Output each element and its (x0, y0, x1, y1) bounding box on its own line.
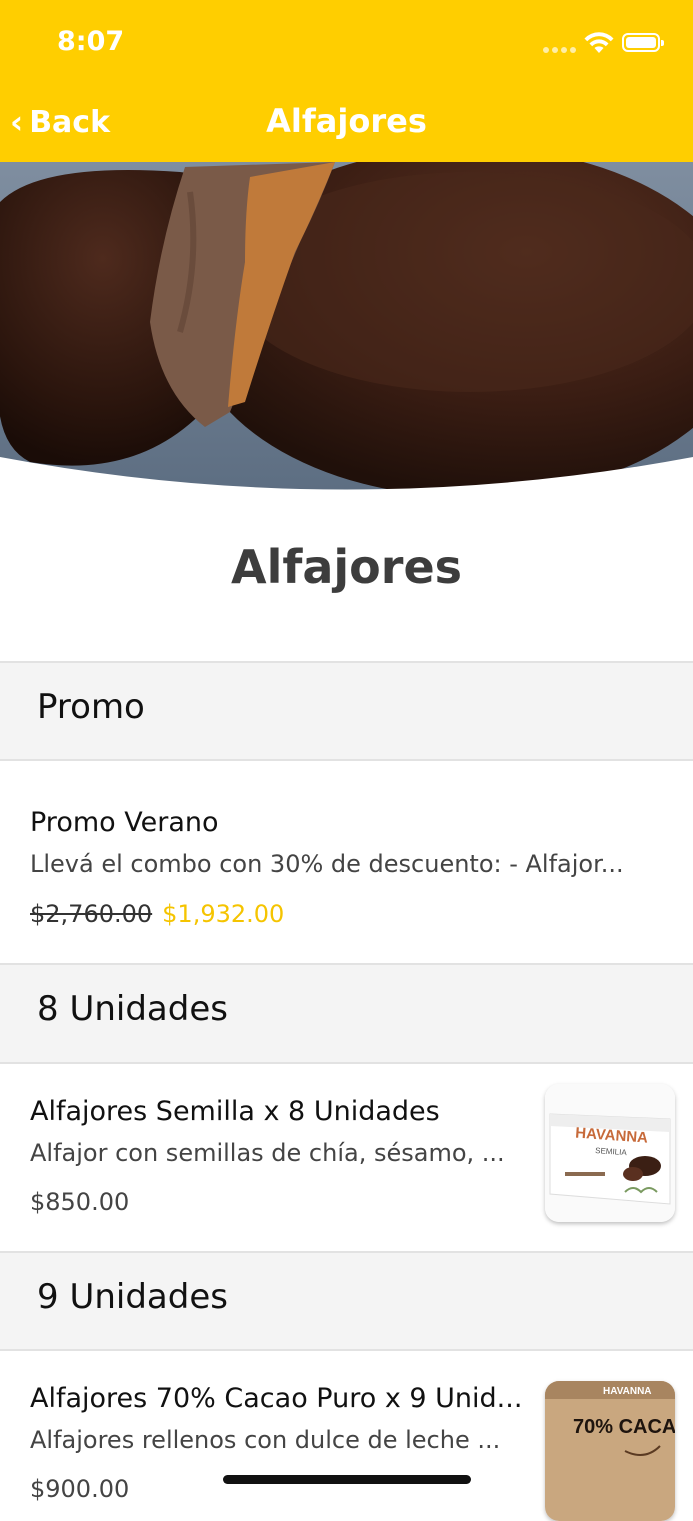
product-name: Alfajores 70% Cacao Puro x 9 Unid... (30, 1383, 523, 1414)
navigation-bar: 8:07 ‹ Back Alfajores (0, 0, 693, 162)
product-description: Alfajores rellenos con dulce de leche ..… (30, 1426, 501, 1454)
product-name: Alfajores Semilla x 8 Unidades (30, 1096, 440, 1127)
thumb-brand-text: HAVANNA (603, 1386, 652, 1397)
product-description: Alfajor con semillas de chía, sésamo, ..… (30, 1139, 505, 1167)
battery-icon (622, 33, 664, 52)
thumb-line-text: 70% CACAO PURO (573, 1416, 675, 1438)
product-price: $850.00 (30, 1188, 130, 1216)
section-header-9-unidades: 9 Unidades (0, 1251, 693, 1351)
product-thumbnail: HAVANNA 70% CACAO PURO (545, 1381, 675, 1521)
section-header-8-unidades: 8 Unidades (0, 963, 693, 1064)
category-title: Alfajores (230, 540, 463, 594)
product-price: $900.00 (30, 1475, 130, 1503)
product-name: Promo Verano (30, 807, 219, 838)
section-header-label: 8 Unidades (37, 989, 228, 1029)
product-item-semilla[interactable]: Alfajores Semilla x 8 Unidades Alfajor c… (0, 1064, 693, 1251)
product-description: Llevá el combo con 30% de descuento: - A… (30, 850, 624, 878)
home-indicator[interactable] (223, 1475, 471, 1484)
product-thumbnail: HAVANNA SEMILIA (545, 1084, 675, 1222)
hero-image (0, 162, 693, 492)
status-time: 8:07 (57, 26, 125, 57)
original-price: $2,760.00 (30, 900, 153, 928)
section-header-label: 9 Unidades (37, 1277, 228, 1317)
discounted-price: $1,932.00 (162, 900, 285, 928)
wifi-icon (584, 32, 614, 53)
cellular-signal-icon (543, 45, 576, 53)
product-item-promo-verano[interactable]: Promo Verano Llevá el combo con 30% de d… (0, 761, 693, 963)
nav-title: Alfajores (266, 102, 427, 140)
section-header-promo: Promo (0, 661, 693, 761)
section-header-label: Promo (37, 687, 145, 727)
product-price: $2,760.00 $1,932.00 (30, 900, 284, 928)
